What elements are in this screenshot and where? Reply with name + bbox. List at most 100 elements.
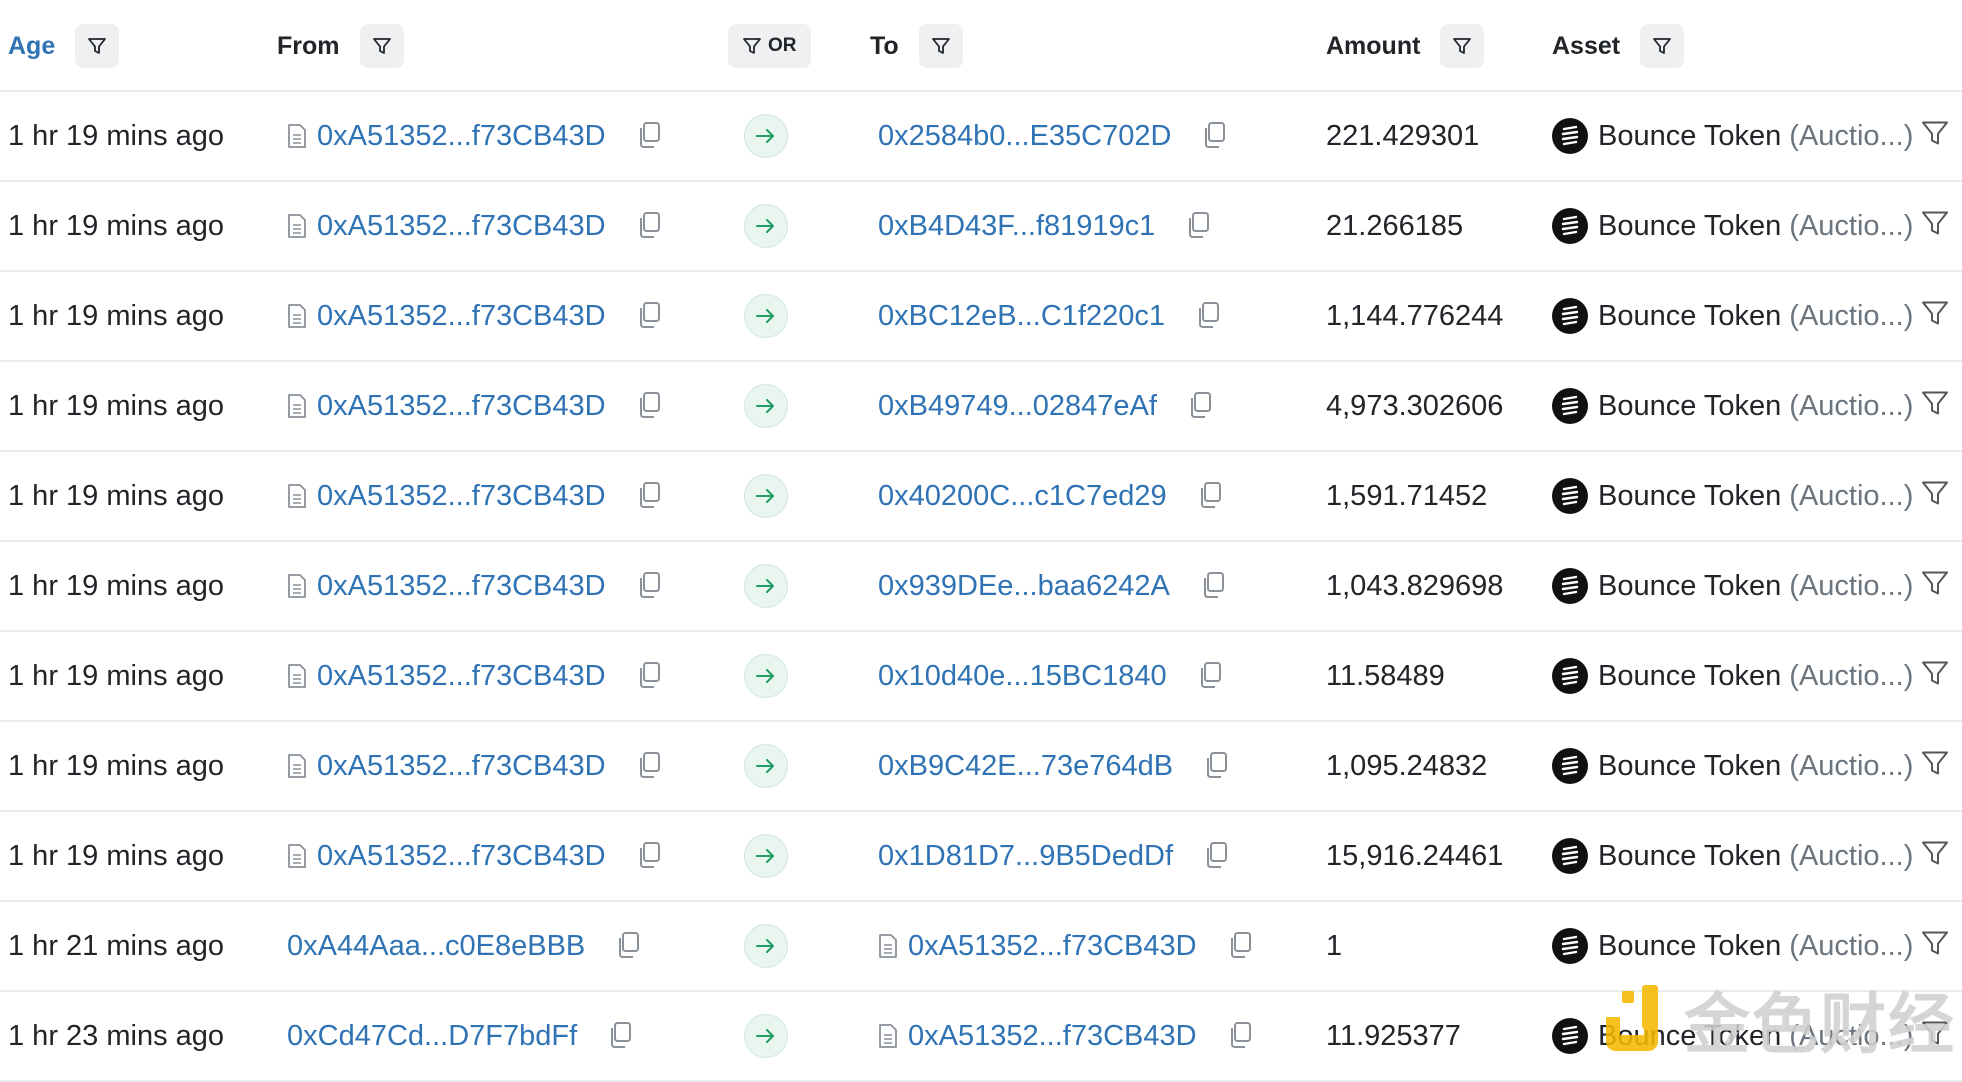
age-column-label[interactable]: Age [8,32,55,61]
amount-cell: 11.925377 [1326,1019,1461,1052]
funnel-icon[interactable] [1920,388,1950,423]
asset-name-link[interactable]: Bounce Token [1598,660,1781,693]
asset-name-link[interactable]: Bounce Token [1598,840,1781,873]
copy-icon[interactable] [1195,301,1221,334]
age-filter-button[interactable] [75,24,120,68]
bounce-token-icon [1552,388,1588,424]
copy-icon[interactable] [1201,121,1227,154]
or-filter-button[interactable]: OR [728,24,811,68]
amount-filter-button[interactable] [1440,24,1485,68]
from-address-link[interactable]: 0xA51352...f73CB43D [317,840,606,873]
document-icon [287,483,307,509]
to-filter-button[interactable] [918,24,963,68]
funnel-icon[interactable] [1920,298,1950,333]
asset-symbol: (Auctio...) [1789,299,1914,332]
asset-name-link[interactable]: Bounce Token [1598,120,1781,153]
copy-icon[interactable] [1187,391,1213,424]
copy-icon[interactable] [636,751,662,784]
from-cell: 0xCd47Cd...D7F7bdFf [287,992,577,1080]
funnel-icon[interactable] [1920,928,1950,963]
to-address-link[interactable]: 0xB49749...02847eAf [878,390,1157,423]
copy-icon[interactable] [1200,571,1226,604]
copy-icon[interactable] [615,931,641,964]
from-address-link[interactable]: 0xA51352...f73CB43D [317,390,606,423]
to-address-link[interactable]: 0xB4D43F...f81919c1 [878,210,1155,243]
document-icon [878,1023,898,1049]
from-address-link[interactable]: 0xA51352...f73CB43D [317,120,606,153]
document-icon [287,393,307,419]
from-address-link[interactable]: 0xA51352...f73CB43D [317,480,606,513]
funnel-icon [743,38,761,54]
table-row: 1 hr 19 mins ago 0xA51352...f73CB43D 0x9… [0,542,1962,632]
arrow-right-icon [744,564,788,608]
from-cell: 0xA51352...f73CB43D [287,632,606,720]
from-address-link[interactable]: 0xCd47Cd...D7F7bdFf [287,1020,577,1053]
to-cell: 0xB4D43F...f81919c1 [878,182,1155,270]
asset-name-link[interactable]: Bounce Token [1598,480,1781,513]
to-cell: 0x1D81D7...9B5DedDf [878,812,1173,900]
from-address-link[interactable]: 0xA51352...f73CB43D [317,570,606,603]
funnel-icon[interactable] [1920,658,1950,693]
copy-icon[interactable] [607,1021,633,1054]
to-column-label: To [870,31,899,60]
copy-icon[interactable] [636,301,662,334]
bounce-token-icon [1552,298,1588,334]
to-address-link[interactable]: 0x2584b0...E35C702D [878,120,1171,153]
asset-filter-button[interactable] [1640,24,1685,68]
asset-name-link[interactable]: Bounce Token [1598,210,1781,243]
to-address-link[interactable]: 0xBC12eB...C1f220c1 [878,300,1165,333]
copy-icon[interactable] [636,391,662,424]
asset-cell: Bounce Token (Auctio...) [1552,362,1913,450]
copy-icon[interactable] [636,481,662,514]
copy-icon[interactable] [636,121,662,154]
to-address-link[interactable]: 0x40200C...c1C7ed29 [878,480,1167,513]
copy-icon[interactable] [1197,661,1223,694]
to-address-link[interactable]: 0x939DEe...baa6242A [878,570,1170,603]
from-filter-button[interactable] [359,24,404,68]
asset-name-link[interactable]: Bounce Token [1598,750,1781,783]
to-address-link[interactable]: 0x10d40e...15BC1840 [878,660,1167,693]
funnel-icon[interactable] [1920,118,1950,153]
asset-name-link[interactable]: Bounce Token [1598,390,1781,423]
asset-name-link[interactable]: Bounce Token [1598,300,1781,333]
table-row: 1 hr 19 mins ago 0xA51352...f73CB43D 0x1… [0,632,1962,722]
funnel-icon[interactable] [1920,748,1950,783]
from-address-link[interactable]: 0xA51352...f73CB43D [317,660,606,693]
from-address-link[interactable]: 0xA51352...f73CB43D [317,750,606,783]
copy-icon[interactable] [636,661,662,694]
age-cell: 1 hr 19 mins ago [8,209,225,242]
amount-cell: 21.266185 [1326,209,1464,242]
funnel-icon[interactable] [1920,838,1950,873]
asset-name-link[interactable]: Bounce Token [1598,930,1781,963]
funnel-icon[interactable] [1920,208,1950,243]
to-address-link[interactable]: 0x1D81D7...9B5DedDf [878,840,1173,873]
from-address-link[interactable]: 0xA44Aaa...c0E8eBBB [287,930,585,963]
from-address-link[interactable]: 0xA51352...f73CB43D [317,300,606,333]
amount-column-label: Amount [1326,31,1421,60]
copy-icon[interactable] [636,571,662,604]
from-address-link[interactable]: 0xA51352...f73CB43D [317,210,606,243]
bounce-token-icon [1552,748,1588,784]
header-amount: Amount [1326,0,1485,92]
document-icon [287,123,307,149]
copy-icon[interactable] [636,841,662,874]
funnel-icon[interactable] [1920,478,1950,513]
asset-cell: Bounce Token (Auctio...) [1552,92,1913,180]
asset-symbol: (Auctio...) [1789,929,1914,962]
copy-icon[interactable] [636,211,662,244]
to-address-link[interactable]: 0xA51352...f73CB43D [908,930,1197,963]
bounce-token-icon [1552,568,1588,604]
to-address-link[interactable]: 0xA51352...f73CB43D [908,1020,1197,1053]
copy-icon[interactable] [1203,751,1229,784]
copy-icon[interactable] [1185,211,1211,244]
copy-icon[interactable] [1227,931,1253,964]
copy-icon[interactable] [1227,1021,1253,1054]
asset-name-link[interactable]: Bounce Token [1598,570,1781,603]
copy-icon[interactable] [1203,841,1229,874]
copy-icon[interactable] [1197,481,1223,514]
arrow-right-icon [744,654,788,698]
funnel-icon[interactable] [1920,568,1950,603]
age-cell: 1 hr 19 mins ago [8,389,225,422]
funnel-icon [931,38,950,54]
to-address-link[interactable]: 0xB9C42E...73e764dB [878,750,1173,783]
